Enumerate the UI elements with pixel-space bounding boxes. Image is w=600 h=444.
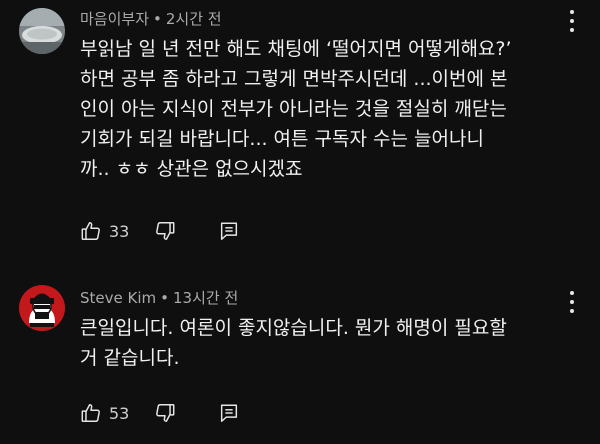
menu-dot <box>570 19 574 23</box>
separator: • <box>160 289 169 307</box>
comment-text: 부읽남 일 년 전만 해도 채팅에 ‘떨어지면 어떻게해요?’ 하면 공부 좀 … <box>80 38 512 180</box>
thumbs-down-icon[interactable] <box>153 401 177 425</box>
author-name[interactable]: Steve Kim <box>80 289 156 307</box>
comment-header: Steve Kim • 13시간 전 <box>80 287 238 308</box>
menu-dot <box>570 28 574 32</box>
more-vertical-icon[interactable] <box>564 291 580 313</box>
menu-dot <box>570 10 574 14</box>
comment-actions: 53 <box>79 401 241 425</box>
timestamp[interactable]: 2시간 전 <box>166 10 222 28</box>
comment-header: 마음이부자 • 2시간 전 <box>80 8 222 29</box>
thumbs-up-icon[interactable] <box>79 401 103 425</box>
thumbs-down-icon[interactable] <box>153 219 177 243</box>
reply-comment-icon[interactable] <box>217 401 241 425</box>
avatar-photo <box>19 8 65 54</box>
like-count: 33 <box>109 221 130 241</box>
avatar[interactable] <box>19 285 65 331</box>
menu-dot <box>570 300 574 304</box>
comment-text: 큰일입니다. 여론이 좋지않습니다. 뭔가 해명이 필요할 거 같습니다. <box>80 317 507 369</box>
reply-comment-icon[interactable] <box>217 219 241 243</box>
avatar-drawing <box>19 285 65 331</box>
separator: • <box>153 10 162 28</box>
comment-actions: 33 <box>79 219 241 243</box>
author-name[interactable]: 마음이부자 <box>80 10 149 28</box>
thumbs-up-icon[interactable] <box>79 219 103 243</box>
timestamp[interactable]: 13시간 전 <box>173 289 238 307</box>
like-count: 53 <box>109 403 130 423</box>
more-vertical-icon[interactable] <box>564 10 580 32</box>
avatar[interactable] <box>19 8 65 54</box>
menu-dot <box>570 291 574 295</box>
